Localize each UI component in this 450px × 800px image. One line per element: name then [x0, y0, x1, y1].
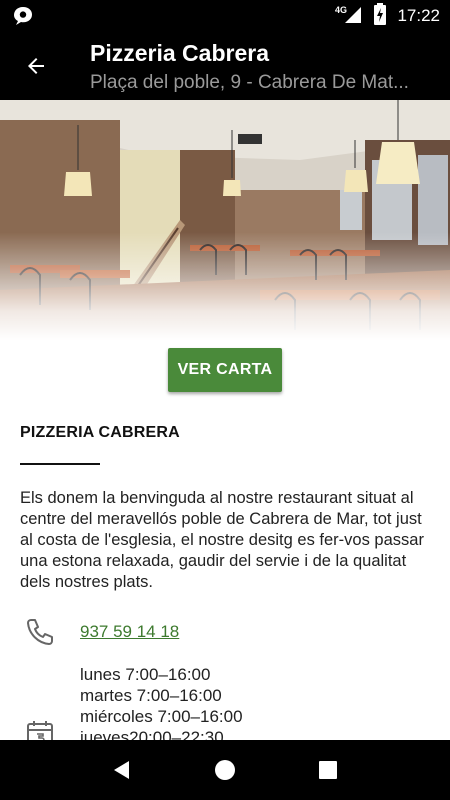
hours-line: lunes 7:00–16:00 — [80, 665, 211, 684]
nav-back-button[interactable] — [102, 750, 142, 790]
app-bar: Pizzeria Cabrera Plaça del poble, 9 - Ca… — [0, 32, 450, 100]
back-button[interactable] — [16, 46, 56, 86]
phone-number-link[interactable]: 937 59 14 18 — [80, 622, 179, 642]
status-bar: 4G 17:22 — [0, 0, 450, 32]
battery-charging-icon — [373, 2, 387, 30]
page-title: Pizzeria Cabrera — [90, 40, 269, 66]
view-menu-button[interactable]: VER CARTA — [168, 348, 282, 392]
nav-home-button[interactable] — [205, 750, 245, 790]
restaurant-description: Els donem la benvinguda al nostre restau… — [20, 489, 424, 591]
network-4g-icon: 4G — [335, 4, 363, 29]
opening-hours: lunes 7:00–16:00 martes 7:00–16:00 miérc… — [80, 664, 243, 748]
nav-recents-button[interactable] — [308, 750, 348, 790]
arrow-back-icon — [28, 58, 44, 74]
svg-text:4G: 4G — [335, 5, 347, 15]
section-title: PIZZERIA CABRERA — [20, 424, 180, 441]
hero-fade-overlay — [0, 100, 450, 340]
hours-line: martes 7:00–16:00 — [80, 686, 222, 705]
system-navigation-bar — [0, 740, 450, 800]
hours-line: miércoles 7:00–16:00 — [80, 707, 243, 726]
restaurant-interior-photo — [0, 100, 450, 340]
phone-icon — [24, 616, 56, 648]
notification-icon — [12, 6, 34, 31]
nav-home-icon — [214, 760, 235, 780]
section-divider — [20, 463, 100, 465]
nav-back-icon — [113, 761, 129, 779]
status-time: 17:22 — [397, 6, 440, 25]
page-subtitle-address: Plaça del poble, 9 - Cabrera De Mat... — [90, 72, 409, 93]
nav-recents-icon — [319, 761, 338, 779]
